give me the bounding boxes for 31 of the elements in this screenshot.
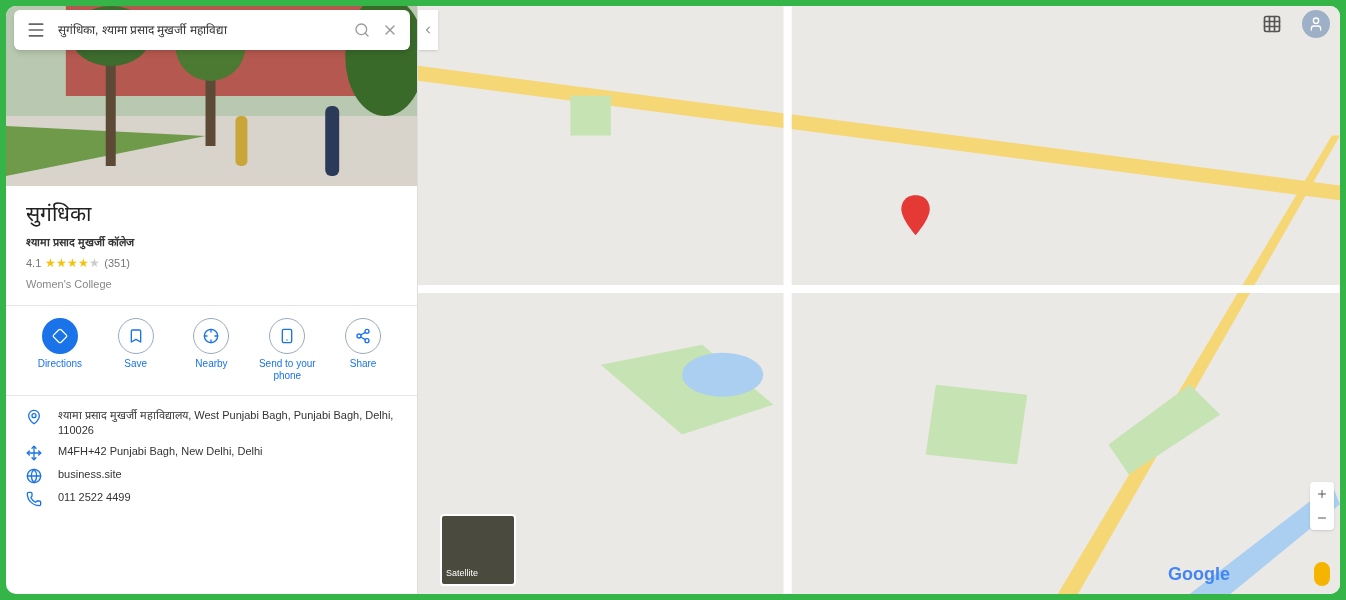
action-icon	[355, 327, 372, 344]
apps-icon[interactable]	[1262, 14, 1282, 34]
phone-icon	[26, 490, 42, 507]
pegman-icon[interactable]	[1314, 562, 1330, 586]
action-button[interactable]: Directions	[26, 317, 93, 383]
review-count[interactable]: (351)	[104, 254, 130, 272]
info-text[interactable]: 011 2522 4499	[58, 489, 131, 505]
action-button[interactable]: Send to your phone	[254, 317, 321, 383]
action-button[interactable]: Share	[330, 317, 397, 383]
action-icon	[203, 327, 220, 344]
star-icon: ★	[89, 254, 101, 272]
place-title: सुगंधिका	[26, 201, 93, 229]
plus-icon	[1316, 488, 1328, 500]
google-logo: Google	[1168, 563, 1230, 586]
star-icon: ★	[78, 254, 90, 272]
star-icon: ★	[45, 254, 57, 272]
star-icon: ★	[67, 254, 79, 272]
info-text[interactable]: M4FH+42 Punjabi Bagh, New Delhi, Delhi	[58, 443, 263, 459]
pin-icon	[26, 408, 42, 425]
place-subtitle: श्यामा प्रसाद मुखर्जी कॉलेज	[26, 234, 136, 250]
rating-value: 4.1	[26, 255, 42, 271]
action-icon	[51, 327, 68, 344]
place-category[interactable]: Women's College	[26, 276, 397, 293]
star-icon: ★	[56, 254, 68, 272]
info-text[interactable]: business.site	[58, 466, 122, 482]
action-button[interactable]: Save	[102, 317, 169, 383]
globe-icon	[26, 467, 42, 484]
plus-code-icon	[26, 444, 42, 461]
info-text[interactable]: श्यामा प्रसाद मुखर्जी महाविद्यालय, West Punjabi Bagh, Punjabi Bagh, Delhi, 110026	[58, 407, 397, 438]
action-button[interactable]: Nearby	[178, 317, 245, 383]
satellite-toggle[interactable]: Satellite	[440, 514, 516, 586]
